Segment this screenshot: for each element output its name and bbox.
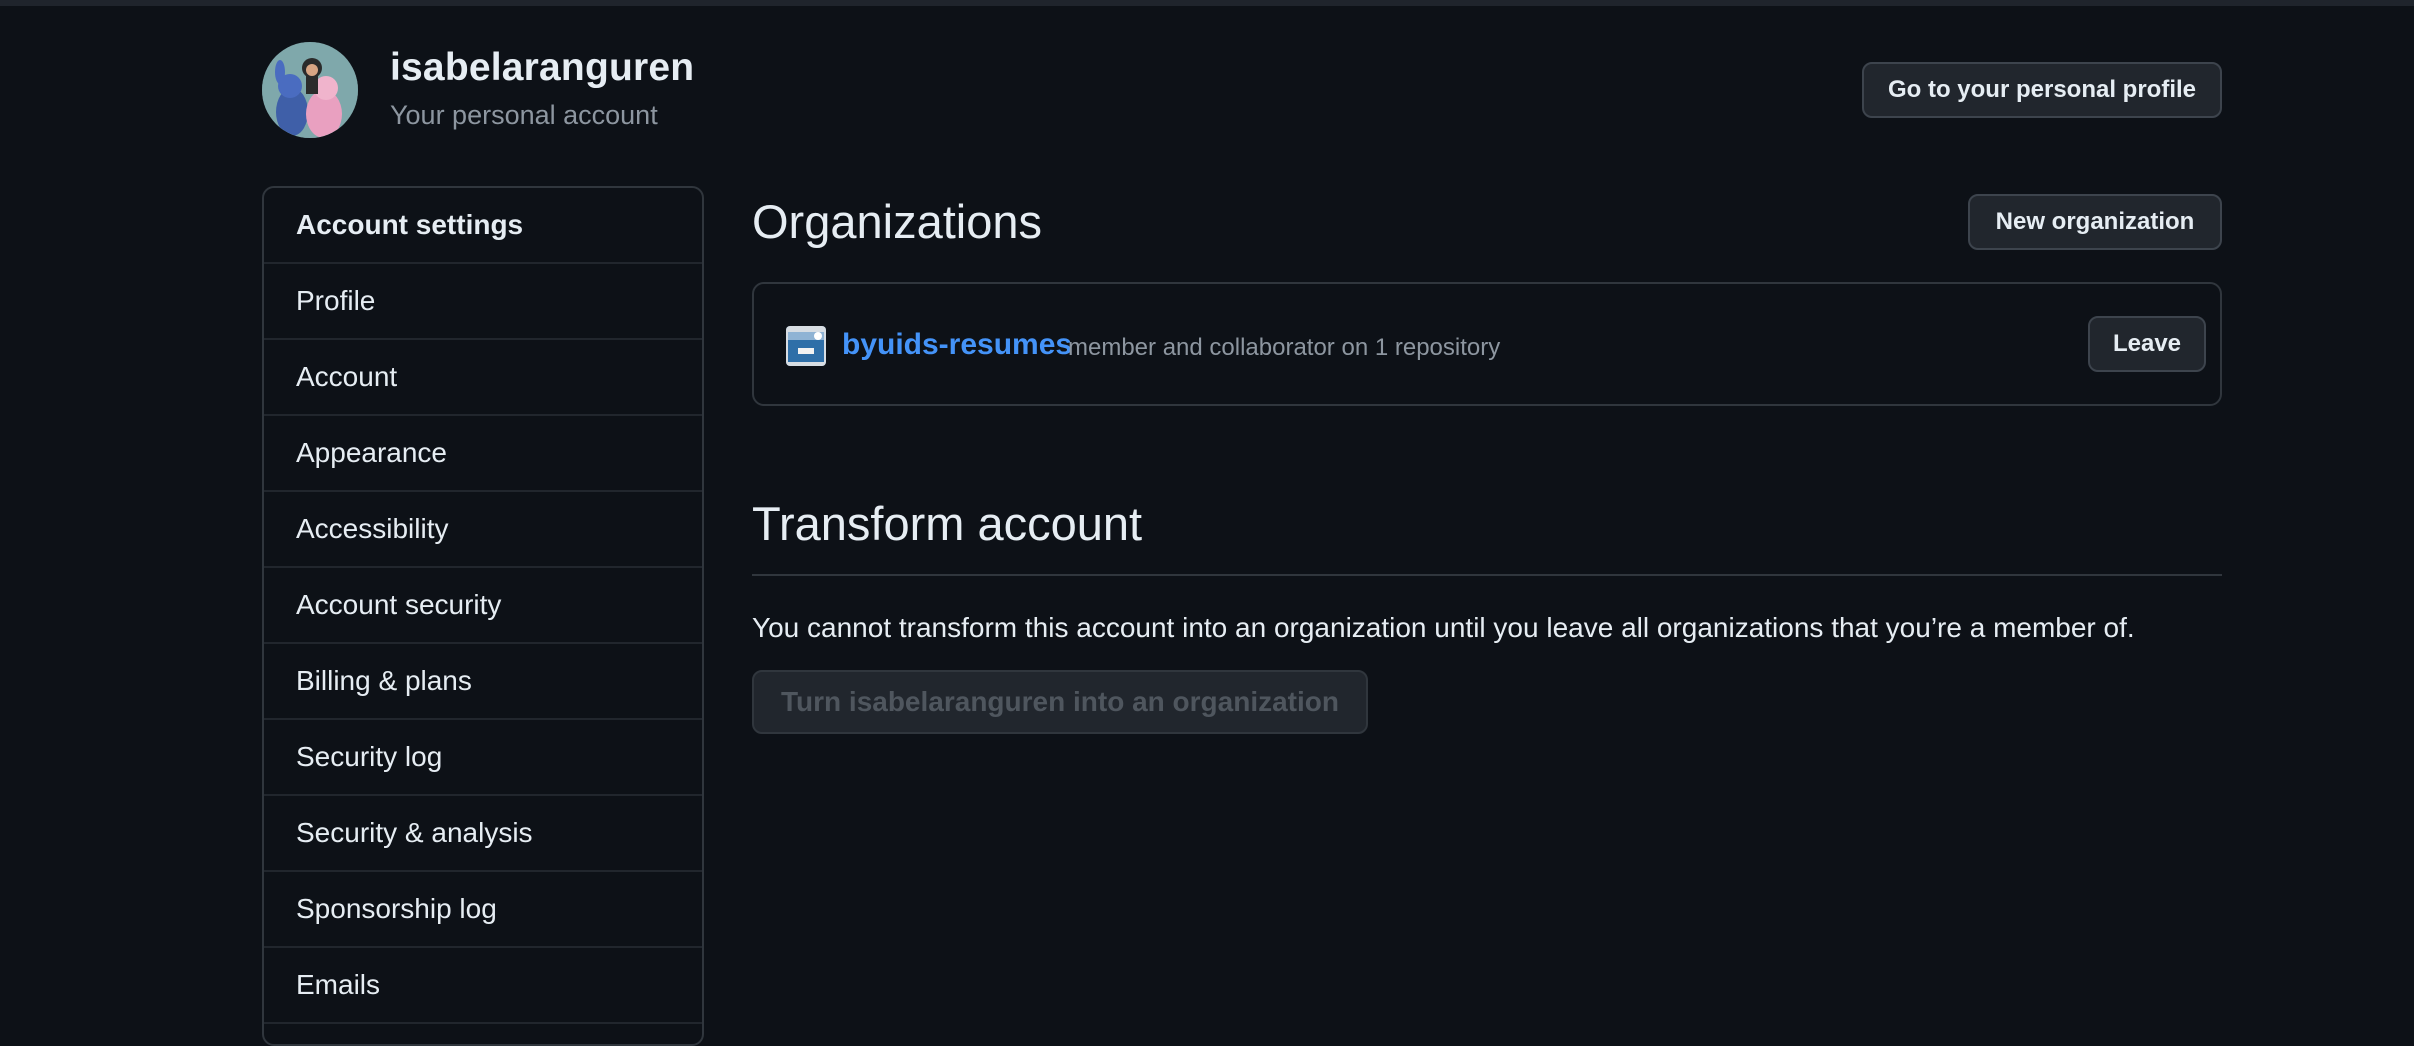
transform-account-button: Turn isabelaranguren into an organizatio… bbox=[752, 670, 1368, 734]
leave-organization-button[interactable]: Leave bbox=[2088, 316, 2206, 372]
org-avatar-icon bbox=[786, 326, 826, 366]
settings-sidebar: Account settings Profile Account Appeara… bbox=[262, 186, 704, 1046]
sidebar-item-profile[interactable]: Profile bbox=[264, 264, 702, 340]
sidebar-item-security-log[interactable]: Security log bbox=[264, 720, 702, 796]
organizations-title: Organizations bbox=[752, 195, 1042, 248]
transform-account-title: Transform account bbox=[752, 497, 1143, 550]
account-header: isabelaranguren Your personal account Go… bbox=[262, 40, 2222, 140]
sidebar-heading: Account settings bbox=[264, 188, 702, 264]
account-subtitle: Your personal account bbox=[390, 100, 658, 130]
sidebar-item-account-security[interactable]: Account security bbox=[264, 568, 702, 644]
go-to-profile-button[interactable]: Go to your personal profile bbox=[1862, 62, 2222, 118]
sidebar-item-account[interactable]: Account bbox=[264, 340, 702, 416]
top-bar bbox=[0, 0, 2414, 6]
sidebar-item-emails[interactable]: Emails bbox=[264, 948, 702, 1024]
organization-list: byuids-resumes member and collaborator o… bbox=[752, 282, 2222, 406]
sidebar-item-sponsorship-log[interactable]: Sponsorship log bbox=[264, 872, 702, 948]
account-username: isabelaranguren bbox=[390, 46, 695, 89]
avatar-image bbox=[262, 42, 358, 138]
sidebar-item-billing-plans[interactable]: Billing & plans bbox=[264, 644, 702, 720]
avatar[interactable] bbox=[262, 42, 358, 138]
transform-message: You cannot transform this account into a… bbox=[752, 612, 2135, 643]
section-divider bbox=[752, 574, 2222, 576]
sidebar-item-security-analysis[interactable]: Security & analysis bbox=[264, 796, 702, 872]
sidebar-item-accessibility[interactable]: Accessibility bbox=[264, 492, 702, 568]
sidebar-item-appearance[interactable]: Appearance bbox=[264, 416, 702, 492]
org-description: member and collaborator on 1 repository bbox=[1068, 334, 1501, 361]
new-organization-button[interactable]: New organization bbox=[1968, 194, 2222, 250]
org-name-link[interactable]: byuids-resumes bbox=[842, 328, 1072, 362]
